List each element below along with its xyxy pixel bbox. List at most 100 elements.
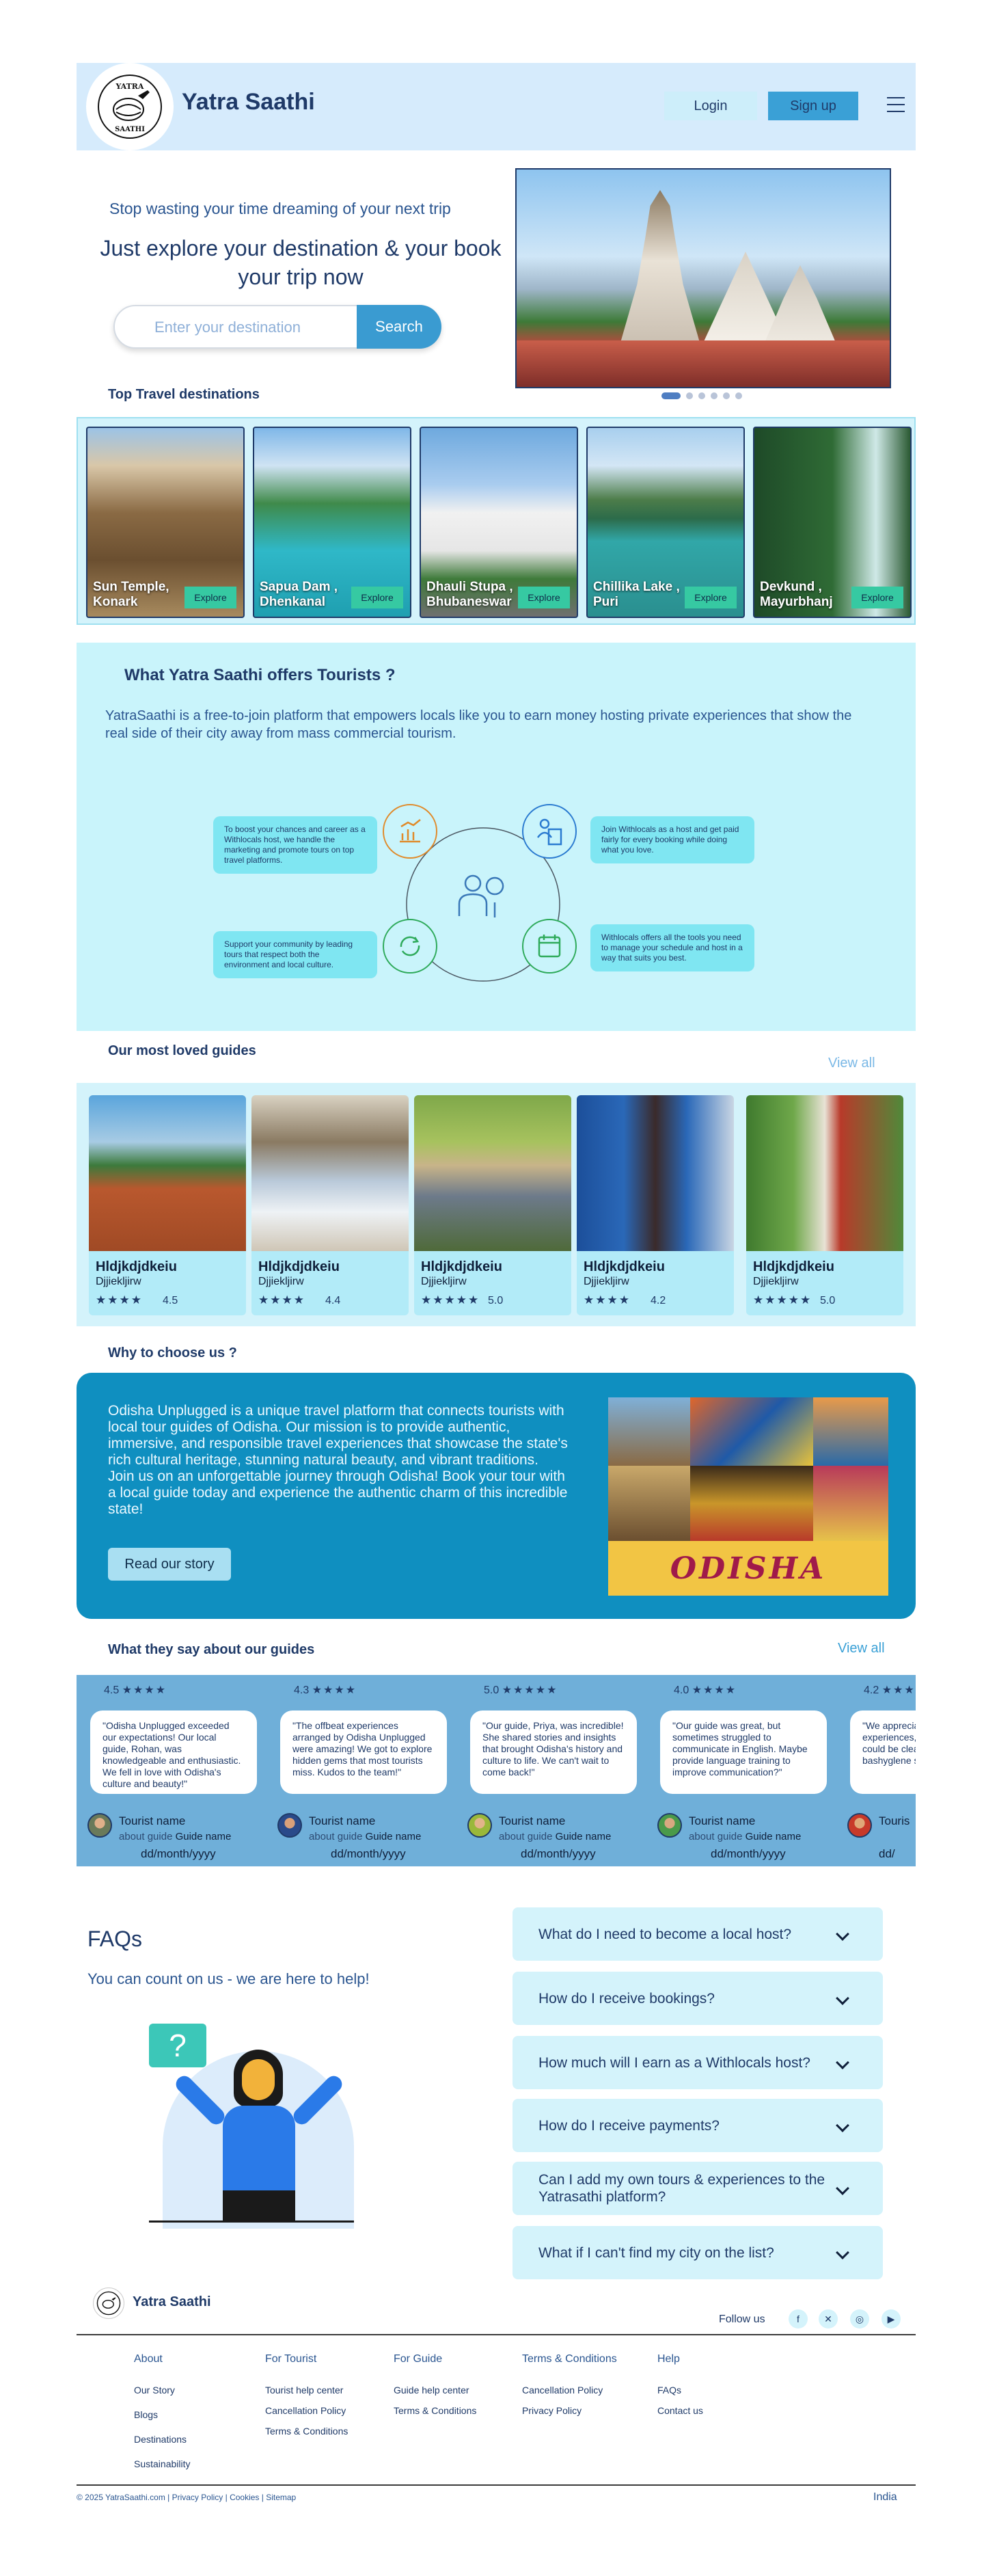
footer-column-heading: About: [134, 2353, 163, 2365]
brand-name[interactable]: Yatra Saathi: [182, 89, 315, 116]
footer-link[interactable]: Cancellation Policy: [522, 2385, 617, 2396]
menu-icon[interactable]: [887, 97, 905, 112]
guide-photo: [414, 1095, 571, 1251]
testimonial-rating: 4.3 ★★★★: [294, 1685, 357, 1696]
footer-link[interactable]: Terms & Conditions: [265, 2426, 348, 2437]
carousel-dot[interactable]: [661, 392, 681, 399]
carousel-dot[interactable]: [735, 392, 742, 399]
footer-link[interactable]: Sustainability: [134, 2458, 191, 2469]
explore-button[interactable]: Explore: [518, 587, 570, 608]
guide-stars: ★★★★: [258, 1293, 305, 1306]
logo-emblem-icon: YATRA SAATHI: [98, 75, 162, 139]
carousel-dot[interactable]: [686, 392, 693, 399]
footer-link[interactable]: Blogs: [134, 2409, 191, 2420]
testimonial-rating: 4.0 ★★★★: [674, 1685, 737, 1696]
brand-logo[interactable]: YATRA SAATHI: [86, 63, 174, 150]
footer-link[interactable]: Privacy Policy: [522, 2405, 617, 2416]
guide-card[interactable]: Hldjkdjdkeiu Djjiekljirw ★★★★ 4.5: [89, 1095, 246, 1315]
destination-card[interactable]: Devkund , Mayurbhanj Explore: [753, 427, 912, 618]
why-heading: Why to choose us ?: [108, 1345, 237, 1360]
carousel-dot[interactable]: [723, 392, 730, 399]
x-twitter-icon[interactable]: ✕: [819, 2309, 838, 2329]
guide-photo: [89, 1095, 246, 1251]
footer-column-heading: Help: [657, 2353, 680, 2365]
faq-item[interactable]: How do I receive bookings?: [512, 1972, 883, 2025]
youtube-icon[interactable]: ▶: [882, 2309, 901, 2329]
carousel-dot[interactable]: [698, 392, 705, 399]
guides-view-all-link[interactable]: View all: [828, 1056, 875, 1071]
testimonials-view-all-link[interactable]: View all: [838, 1641, 885, 1656]
destination-name: Dhauli Stupa , Bhubaneswar: [426, 580, 513, 609]
guide-photo: [251, 1095, 409, 1251]
guide-rating: 5.0: [488, 1295, 504, 1306]
tourist-name: Touris: [879, 1814, 910, 1827]
review-date: dd/: [879, 1847, 895, 1860]
explore-button[interactable]: Explore: [184, 587, 236, 608]
faq-item[interactable]: What if I can't find my city on the list…: [512, 2226, 883, 2279]
testimonial-quote: "Odisha Unplugged exceeded our expectati…: [90, 1710, 257, 1794]
svg-text:SAATHI: SAATHI: [115, 126, 145, 133]
destination-card[interactable]: Dhauli Stupa , Bhubaneswar Explore: [420, 427, 578, 618]
guide-name: Hldjkdjdkeiu: [421, 1259, 502, 1274]
guide-card[interactable]: Hldjkdjdkeiu Djjiekljirw ★★★★ 4.4: [251, 1095, 409, 1315]
destinations-strip: Sun Temple, Konark Explore Sapua Dam , D…: [77, 417, 916, 625]
facebook-icon[interactable]: f: [789, 2309, 808, 2329]
destination-card[interactable]: Sun Temple, Konark Explore: [86, 427, 245, 618]
footer-link[interactable]: Our Story: [134, 2385, 191, 2396]
footer-link[interactable]: Destinations: [134, 2434, 191, 2445]
faq-question: Can I add my own tours & experiences to …: [538, 2172, 825, 2205]
guide-stars: ★★★★★: [753, 1293, 812, 1306]
faq-item[interactable]: How do I receive payments?: [512, 2099, 883, 2152]
carousel-dot[interactable]: [711, 392, 718, 399]
faq-item[interactable]: Can I add my own tours & experiences to …: [512, 2162, 883, 2215]
guide-card[interactable]: Hldjkdjdkeiu Djjiekljirw ★★★★★ 5.0: [414, 1095, 571, 1315]
chart-icon: [383, 804, 437, 859]
instagram-icon[interactable]: ◎: [850, 2309, 869, 2329]
login-button[interactable]: Login: [664, 92, 757, 120]
calendar-icon: [522, 919, 577, 974]
guide-card[interactable]: Hldjkdjdkeiu Djjiekljirw ★★★★ 4.2: [577, 1095, 734, 1315]
faq-question: What if I can't find my city on the list…: [538, 2244, 774, 2261]
footer-link[interactable]: Cancellation Policy: [265, 2405, 348, 2416]
footer-column-about: About Our Story Blogs Destinations Susta…: [134, 2353, 191, 2469]
tourist-avatar: [87, 1813, 112, 1838]
copyright-text[interactable]: © 2025 YatraSaathi.com | Privacy Policy …: [77, 2493, 296, 2502]
carousel-indicators[interactable]: [661, 392, 742, 399]
recycle-icon: [383, 919, 437, 974]
review-date: dd/month/yyyy: [331, 1847, 406, 1860]
testimonial-rating: 5.0 ★★★★★: [484, 1685, 558, 1696]
footer-link[interactable]: Guide help center: [394, 2385, 476, 2396]
destination-name: Devkund , Mayurbhanj: [760, 580, 833, 609]
guide-subtitle: Djjiekljirw: [753, 1276, 799, 1287]
guide-name: Hldjkdjdkeiu: [584, 1259, 665, 1274]
explore-button[interactable]: Explore: [685, 587, 737, 608]
guide-card[interactable]: Hldjkdjdkeiu Djjiekljirw ★★★★★ 5.0: [746, 1095, 903, 1315]
rating-stars: ★★★★: [312, 1685, 357, 1696]
read-story-button[interactable]: Read our story: [108, 1548, 231, 1581]
footer-link[interactable]: FAQs: [657, 2385, 703, 2396]
country-selector[interactable]: India: [873, 2491, 897, 2504]
hero-temple-image: [515, 168, 891, 388]
search-button[interactable]: Search: [357, 305, 441, 349]
footer-link[interactable]: Tourist help center: [265, 2385, 348, 2396]
footer-brand[interactable]: Yatra Saathi: [133, 2294, 211, 2310]
guide-photo: [746, 1095, 903, 1251]
explore-button[interactable]: Explore: [851, 587, 903, 608]
guide-subtitle: Djjiekljirw: [584, 1276, 629, 1287]
destination-card[interactable]: Chillika Lake , Puri Explore: [586, 427, 745, 618]
footer-link[interactable]: Terms & Conditions: [394, 2405, 476, 2416]
support-illustration: ?: [142, 2024, 374, 2229]
faq-item[interactable]: What do I need to become a local host?: [512, 1907, 883, 1961]
signup-button[interactable]: Sign up: [768, 92, 858, 120]
destination-card[interactable]: Sapua Dam , Dhenkanal Explore: [253, 427, 411, 618]
footer-column-heading: For Tourist: [265, 2353, 317, 2365]
testimonial-rating: 4.5 ★★★★: [104, 1685, 167, 1696]
footer-column-heading: Terms & Conditions: [522, 2353, 617, 2365]
guide-rating: 4.4: [325, 1295, 341, 1306]
destination-name: Sun Temple, Konark: [93, 580, 169, 609]
faq-question: How do I receive payments?: [538, 2117, 720, 2134]
footer-logo[interactable]: [93, 2287, 124, 2319]
faq-item[interactable]: How much will I earn as a Withlocals hos…: [512, 2036, 883, 2089]
explore-button[interactable]: Explore: [351, 587, 403, 608]
footer-link[interactable]: Contact us: [657, 2405, 703, 2416]
